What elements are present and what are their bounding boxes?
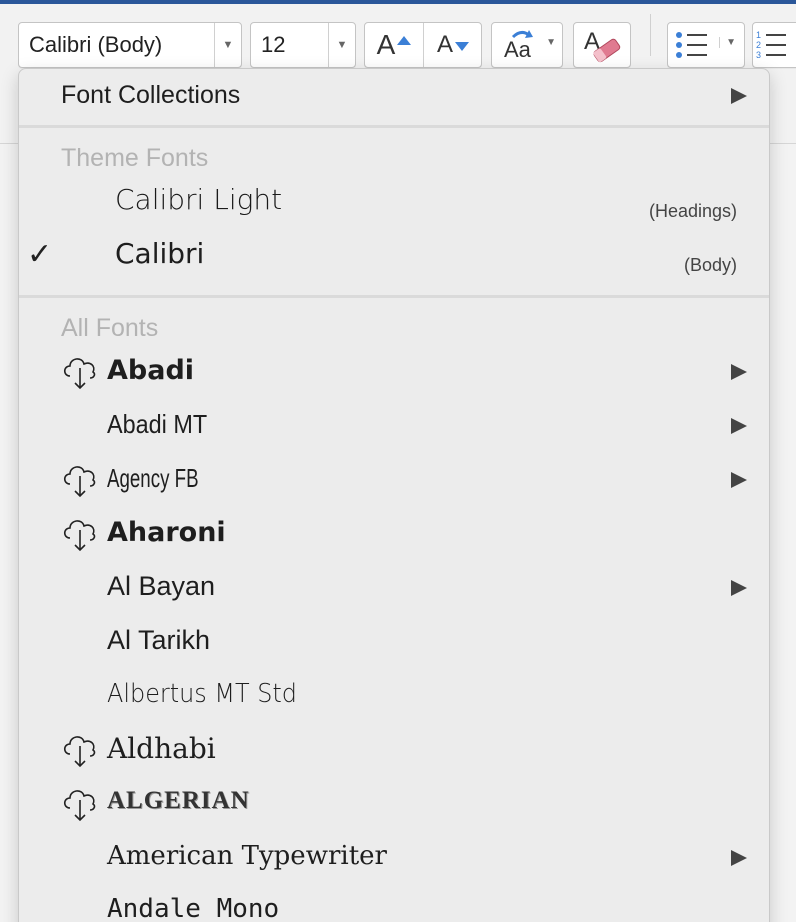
menu-item-font-agency-fb[interactable]: Agency FB: [19, 454, 769, 508]
font-dropdown-menu: Font Collections Theme Fonts Calibri Lig…: [18, 68, 770, 922]
font-name: Al Tarikh: [107, 625, 211, 655]
font-size-value: 12: [261, 32, 286, 57]
font-size-dropdown-arrow[interactable]: ▼: [328, 23, 355, 67]
menu-item-font-andale-mono[interactable]: Andale Mono: [19, 886, 769, 922]
font-name: Aldhabi: [107, 732, 216, 765]
font-name: Aharoni: [107, 517, 226, 548]
numbered-list-icon: 1 2 3: [753, 25, 793, 65]
change-case-icon: Aa: [500, 23, 540, 67]
eraser-icon: A: [580, 25, 624, 65]
menu-item-calibri-light[interactable]: Calibri Light (Headings): [19, 177, 769, 227]
menu-item-font-al-tarikh[interactable]: Al Tarikh: [19, 616, 769, 670]
font-role-hint: (Body): [683, 255, 737, 275]
font-role-hint: (Headings): [648, 201, 737, 221]
font-name: Calibri Light: [115, 183, 283, 216]
shrink-font-button[interactable]: A: [424, 23, 482, 67]
menu-item-font-collections[interactable]: Font Collections: [19, 69, 769, 125]
section-label-theme-fonts: Theme Fonts: [61, 144, 209, 172]
cloud-download-icon: [63, 358, 96, 390]
menu-item-font-aharoni[interactable]: Aharoni: [19, 508, 769, 562]
svg-text:3: 3: [756, 50, 761, 60]
chevron-right-icon: [731, 88, 747, 104]
bullets-button[interactable]: ▼: [667, 22, 745, 68]
menu-separator: [19, 125, 769, 128]
menu-item-font-aldhabi[interactable]: Aldhabi: [19, 724, 769, 778]
font-name: Andale Mono: [107, 894, 280, 922]
svg-text:2: 2: [756, 40, 761, 50]
font-name: American Typewriter: [107, 841, 387, 871]
font-size-group: A A: [364, 22, 482, 68]
chevron-right-icon: [731, 580, 747, 596]
font-name-combobox[interactable]: Calibri (Body) ▼: [18, 22, 242, 68]
menu-item-font-american-typewriter[interactable]: American Typewriter: [19, 832, 769, 886]
chevron-right-icon: [731, 364, 747, 380]
clear-formatting-button[interactable]: A: [573, 22, 631, 68]
font-name: ALGERIAN: [107, 787, 250, 814]
font-name: Agency FB: [107, 463, 199, 493]
font-name: Abadi: [107, 355, 195, 386]
menu-item-font-abadi-mt[interactable]: Abadi MT: [19, 400, 769, 454]
font-name: Abadi MT: [107, 409, 208, 439]
chevron-right-icon: [731, 850, 747, 866]
menu-item-font-abadi[interactable]: Abadi: [19, 346, 769, 400]
menu-item-font-al-bayan[interactable]: Al Bayan: [19, 562, 769, 616]
cloud-download-icon: [63, 790, 96, 822]
svg-text:1: 1: [756, 30, 761, 40]
cloud-download-icon: [63, 466, 96, 498]
font-name-dropdown-arrow[interactable]: ▼: [214, 23, 241, 67]
grow-font-button[interactable]: A: [365, 23, 424, 67]
decrease-font-size-icon: A: [437, 31, 469, 59]
change-case-button[interactable]: Aa ▼: [491, 22, 563, 68]
menu-separator: [19, 295, 769, 298]
increase-font-size-icon: A: [377, 29, 412, 61]
bullet-list-icon: [672, 25, 712, 65]
font-size-combobox[interactable]: 12 ▼: [250, 22, 356, 68]
checkmark-icon: ✓: [27, 238, 53, 271]
font-name-value: Calibri (Body): [29, 32, 163, 57]
cloud-download-icon: [63, 520, 96, 552]
menu-item-font-algerian[interactable]: ALGERIAN: [19, 778, 769, 832]
font-name: Al Bayan: [107, 571, 216, 601]
menu-item-calibri[interactable]: ✓ Calibri (Body): [19, 231, 769, 285]
font-name: Calibri: [115, 237, 205, 270]
numbering-button[interactable]: 1 2 3: [752, 22, 796, 68]
change-case-dropdown-arrow[interactable]: ▼: [546, 37, 556, 48]
font-collections-label: Font Collections: [61, 81, 241, 109]
chevron-right-icon: [731, 418, 747, 434]
font-name: Albertus MT Std: [107, 679, 297, 709]
menu-item-font-albertus-mt-std[interactable]: Albertus MT Std: [19, 670, 769, 724]
toolbar-separator: [650, 14, 651, 56]
bullets-dropdown-arrow[interactable]: ▼: [719, 37, 736, 48]
cloud-download-icon: [63, 736, 96, 768]
chevron-right-icon: [731, 472, 747, 488]
section-label-all-fonts: All Fonts: [61, 314, 159, 342]
word-window: Calibri (Body) ▼ 12 ▼ A A Aa ▼ A ▼ 1 2 3…: [0, 0, 796, 922]
